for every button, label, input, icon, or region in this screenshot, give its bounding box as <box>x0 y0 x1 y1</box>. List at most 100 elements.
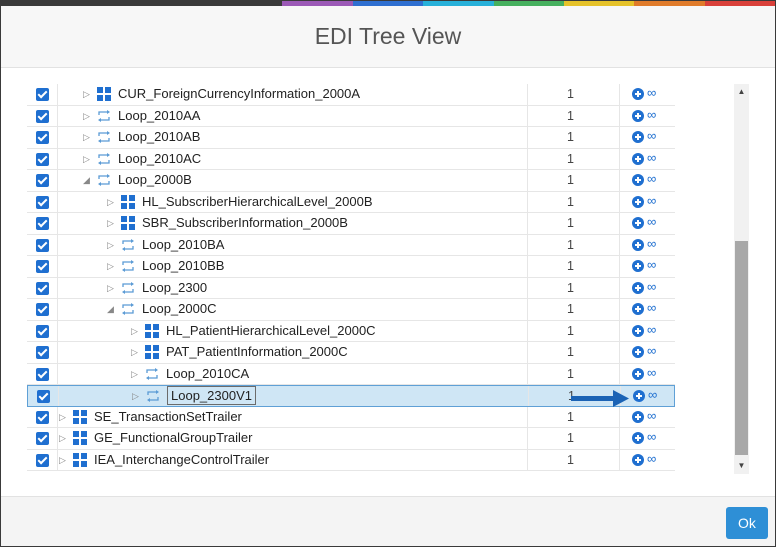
tree-row[interactable]: ▷ SE_TransactionSetTrailer 1 ∞ <box>27 406 675 428</box>
row-checkbox[interactable] <box>36 324 49 338</box>
expand-icon[interactable]: ▷ <box>107 196 117 208</box>
expand-icon[interactable]: ▷ <box>59 454 69 466</box>
expand-icon[interactable]: ▷ <box>107 217 117 229</box>
vertical-scrollbar[interactable]: ▲ ▼ <box>734 84 749 474</box>
link-icon[interactable]: ∞ <box>647 193 656 208</box>
row-checkbox[interactable] <box>36 195 49 209</box>
edi-tree-grid: ▷ CUR_ForeignCurrencyInformation_2000A 1 ∞ ▷… <box>27 84 675 471</box>
tree-row[interactable]: ▷ Loop_2010AA 1 ∞ <box>27 105 675 127</box>
row-checkbox[interactable] <box>36 109 49 123</box>
tree-row[interactable]: ▷ Loop_2010AB 1 ∞ <box>27 127 675 149</box>
tree-row[interactable]: ▷ Loop_2010CA 1 ∞ <box>27 363 675 385</box>
tree-row[interactable]: ▷ HL_SubscriberHierarchicalLevel_2000B 1 ∞ <box>27 191 675 213</box>
link-icon[interactable]: ∞ <box>647 279 656 294</box>
link-icon[interactable]: ∞ <box>647 365 656 380</box>
expand-icon[interactable]: ▷ <box>131 368 141 380</box>
link-icon[interactable]: ∞ <box>647 322 656 337</box>
row-checkbox[interactable] <box>36 217 49 230</box>
expand-icon[interactable]: ▷ <box>83 88 93 100</box>
expand-icon[interactable]: ▷ <box>107 260 117 272</box>
expand-icon[interactable]: ▷ <box>83 131 93 143</box>
segment-icon <box>73 431 87 445</box>
link-icon[interactable]: ∞ <box>647 86 656 100</box>
row-label-editor[interactable]: Loop_2300V1 <box>167 386 256 405</box>
plus-circle-icon[interactable] <box>632 346 644 358</box>
plus-circle-icon[interactable] <box>632 303 644 315</box>
expand-icon[interactable]: ▷ <box>132 390 142 402</box>
plus-circle-icon[interactable] <box>632 174 644 186</box>
collapse-icon[interactable]: ◢ <box>83 174 93 186</box>
tree-row[interactable]: ▷ PAT_PatientInformation_2000C 1 ∞ <box>27 342 675 364</box>
row-checkbox[interactable] <box>36 303 49 316</box>
row-checkbox[interactable] <box>36 410 49 424</box>
link-icon[interactable]: ∞ <box>647 258 656 272</box>
tree-row[interactable]: ▷ IEA_InterchangeControlTrailer 1 ∞ <box>27 449 675 471</box>
expand-icon[interactable]: ▷ <box>83 153 93 165</box>
plus-circle-icon[interactable] <box>632 432 644 444</box>
column-divider <box>619 170 620 191</box>
tree-row[interactable]: ▷ Loop_2300 1 ∞ <box>27 277 675 299</box>
ok-button[interactable]: Ok <box>726 507 768 539</box>
plus-circle-icon[interactable] <box>633 390 645 402</box>
expand-icon[interactable]: ▷ <box>107 239 117 251</box>
expand-icon[interactable]: ▷ <box>59 411 69 423</box>
link-icon[interactable]: ∞ <box>648 388 657 402</box>
expand-icon[interactable]: ▷ <box>107 282 117 294</box>
row-checkbox[interactable] <box>36 281 49 295</box>
tree-row[interactable]: ◢ Loop_2000C 1 ∞ <box>27 299 675 321</box>
row-checkbox[interactable] <box>37 390 50 403</box>
plus-circle-icon[interactable] <box>632 217 644 229</box>
scroll-up-icon[interactable]: ▲ <box>734 84 749 100</box>
tree-row[interactable]: ▷ Loop_2010BB 1 ∞ <box>27 256 675 278</box>
row-count: 1 <box>567 237 574 252</box>
expand-icon[interactable]: ▷ <box>131 325 141 337</box>
row-checkbox[interactable] <box>36 367 49 381</box>
tree-row[interactable]: ▷ HL_PatientHierarchicalLevel_2000C 1 ∞ <box>27 320 675 342</box>
plus-circle-icon[interactable] <box>632 152 644 165</box>
link-icon[interactable]: ∞ <box>647 301 656 315</box>
plus-circle-icon[interactable] <box>632 131 644 143</box>
row-checkbox[interactable] <box>36 346 49 359</box>
collapse-icon[interactable]: ◢ <box>107 303 117 315</box>
plus-circle-icon[interactable] <box>632 109 644 122</box>
scroll-thumb[interactable] <box>735 241 748 455</box>
row-checkbox[interactable] <box>36 432 49 445</box>
tree-row[interactable]: ▷ SBR_SubscriberInformation_2000B 1 ∞ <box>27 213 675 235</box>
tree-row[interactable]: ◢ Loop_2000B 1 ∞ <box>27 170 675 192</box>
plus-circle-icon[interactable] <box>632 88 644 100</box>
link-icon[interactable]: ∞ <box>647 236 656 251</box>
tree-row[interactable]: ▷ CUR_ForeignCurrencyInformation_2000A 1 ∞ <box>27 84 675 106</box>
link-icon[interactable]: ∞ <box>647 107 656 122</box>
row-checkbox[interactable] <box>36 152 49 166</box>
link-icon[interactable]: ∞ <box>647 408 656 423</box>
link-icon[interactable]: ∞ <box>647 215 656 229</box>
plus-circle-icon[interactable] <box>632 195 644 208</box>
plus-circle-icon[interactable] <box>632 367 644 380</box>
row-checkbox[interactable] <box>36 174 49 187</box>
link-icon[interactable]: ∞ <box>647 129 656 143</box>
plus-circle-icon[interactable] <box>632 453 644 466</box>
link-icon[interactable]: ∞ <box>647 150 656 165</box>
link-icon[interactable]: ∞ <box>647 451 656 466</box>
plus-circle-icon[interactable] <box>632 410 644 423</box>
plus-circle-icon[interactable] <box>632 260 644 272</box>
plus-circle-icon[interactable] <box>632 238 644 251</box>
link-icon[interactable]: ∞ <box>647 344 656 358</box>
row-checkbox[interactable] <box>36 131 49 144</box>
expand-icon[interactable]: ▷ <box>131 346 141 358</box>
expand-icon[interactable]: ▷ <box>83 110 93 122</box>
link-icon[interactable]: ∞ <box>647 172 656 186</box>
plus-circle-icon[interactable] <box>632 281 644 294</box>
scroll-down-icon[interactable]: ▼ <box>734 458 749 474</box>
row-checkbox[interactable] <box>36 88 49 101</box>
tree-row[interactable]: ▷ Loop_2010BA 1 ∞ <box>27 234 675 256</box>
link-icon[interactable]: ∞ <box>647 430 656 444</box>
loop-icon <box>121 281 135 295</box>
row-checkbox[interactable] <box>36 453 49 467</box>
row-checkbox[interactable] <box>36 238 49 252</box>
tree-row[interactable]: ▷ Loop_2010AC 1 ∞ <box>27 148 675 170</box>
plus-circle-icon[interactable] <box>632 324 644 337</box>
row-checkbox[interactable] <box>36 260 49 273</box>
tree-row[interactable]: ▷ GE_FunctionalGroupTrailer 1 ∞ <box>27 428 675 450</box>
expand-icon[interactable]: ▷ <box>59 432 69 444</box>
